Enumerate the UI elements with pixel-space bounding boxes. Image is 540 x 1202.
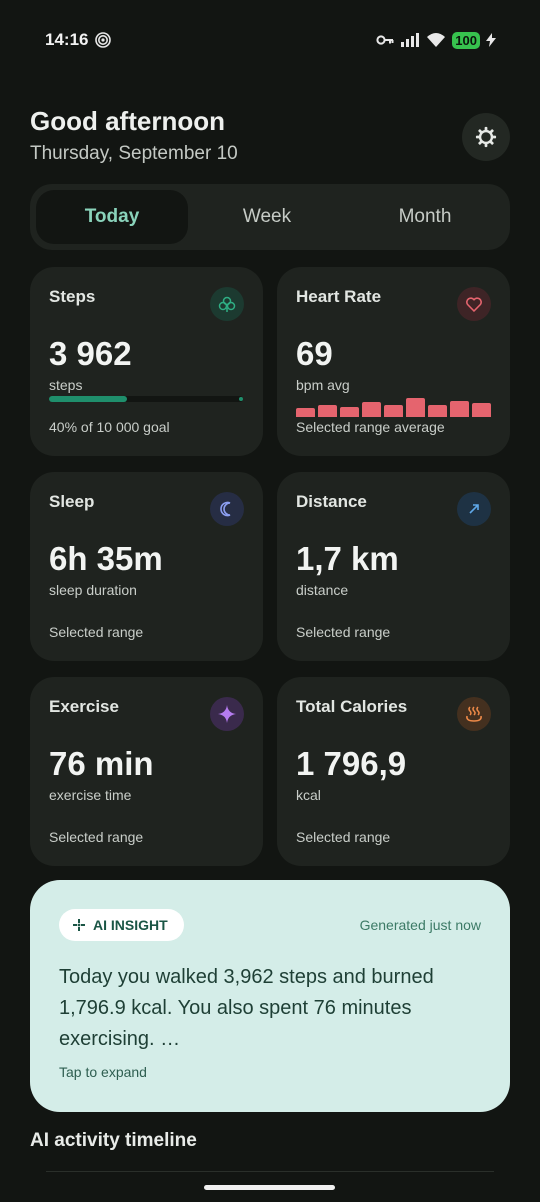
progress-fill	[49, 396, 127, 402]
sleep-footer: Selected range	[49, 624, 144, 640]
wifi-icon	[427, 33, 446, 47]
sleep-card[interactable]: Sleep 6h 35m sleep duration Selected ran…	[30, 472, 263, 661]
tab-today[interactable]: Today	[36, 190, 188, 244]
heart-rate-value: 69	[296, 335, 333, 372]
status-time: 14:16	[45, 30, 89, 49]
heart-rate-bar	[384, 405, 403, 417]
progress-end-dot	[239, 397, 243, 401]
tap-to-expand-hint: Tap to expand	[59, 1064, 147, 1080]
timeline-title: AI activity timeline	[30, 1130, 197, 1151]
steps-progress-bar	[49, 396, 243, 402]
sleep-value: 6h 35m	[49, 540, 163, 577]
ai-insight-card[interactable]: AI INSIGHT Generated just now Today you …	[30, 880, 510, 1112]
key-icon	[376, 35, 394, 45]
exercise-footer: Selected range	[49, 829, 144, 845]
divider	[46, 1171, 494, 1172]
heart-rate-bar	[450, 401, 469, 417]
distance-card[interactable]: Distance 1,7 km distance Selected range	[277, 472, 510, 661]
sparkle-icon	[210, 697, 244, 731]
spiral-icon	[95, 32, 111, 48]
steps-card[interactable]: Steps 3 962 steps 40% of 10 000 goal	[30, 267, 263, 456]
heart-rate-bar	[428, 405, 447, 417]
heart-rate-bar	[340, 407, 359, 417]
ai-sparkle-icon	[73, 919, 85, 931]
heart-rate-card[interactable]: Heart Rate 69 bpm avg Selected range ave…	[277, 267, 510, 456]
calories-footer: Selected range	[296, 829, 391, 845]
heart-rate-bar	[406, 398, 425, 417]
ai-insight-label: AI INSIGHT	[93, 917, 168, 933]
heart-icon	[457, 287, 491, 321]
footprints-icon	[210, 287, 244, 321]
tab-week[interactable]: Week	[188, 190, 346, 244]
home-indicator[interactable]	[204, 1185, 335, 1190]
heart-rate-bar	[296, 408, 315, 417]
steps-footer: 40% of 10 000 goal	[49, 419, 170, 435]
heart-rate-bar	[318, 405, 337, 417]
heart-rate-bar	[472, 403, 491, 417]
distance-footer: Selected range	[296, 624, 391, 640]
status-bar: 14:16 100	[0, 0, 540, 80]
exercise-unit: exercise time	[49, 787, 132, 803]
heart-rate-bars	[296, 398, 491, 417]
charging-bolt-icon	[486, 33, 496, 47]
heart-rate-footer: Selected range average	[296, 419, 445, 435]
calories-value: 1 796,9	[296, 745, 407, 782]
insight-text: Today you walked 3,962 steps and burned …	[59, 966, 434, 1050]
header: Good afternoon Thursday, September 10	[30, 106, 238, 165]
sleep-unit: sleep duration	[49, 582, 137, 598]
greeting-title: Good afternoon	[30, 106, 225, 136]
distance-unit: distance	[296, 582, 349, 598]
steps-unit: steps	[49, 377, 83, 393]
arrow-up-right-icon	[457, 492, 491, 526]
tab-month[interactable]: Month	[346, 190, 504, 244]
battery-indicator: 100	[452, 31, 480, 49]
exercise-card[interactable]: Exercise 76 min exercise time Selected r…	[30, 677, 263, 866]
range-tabs: Today Week Month	[30, 184, 510, 250]
heart-rate-bar	[362, 402, 381, 417]
calories-unit: kcal	[296, 787, 321, 803]
calories-card[interactable]: Total Calories 1 796,9 kcal Selected ran…	[277, 677, 510, 866]
exercise-value: 76 min	[49, 745, 154, 782]
steps-value: 3 962	[49, 335, 132, 372]
heart-rate-unit: bpm avg	[296, 377, 350, 393]
ai-insight-chip: AI INSIGHT	[59, 909, 184, 941]
insight-generated-time: Generated just now	[359, 917, 481, 933]
settings-button[interactable]	[462, 113, 510, 161]
date-subtitle: Thursday, September 10	[30, 143, 238, 164]
gear-icon	[475, 126, 497, 148]
distance-value: 1,7 km	[296, 540, 399, 577]
hot-springs-icon	[457, 697, 491, 731]
moon-icon	[210, 492, 244, 526]
signal-icon	[401, 33, 420, 47]
